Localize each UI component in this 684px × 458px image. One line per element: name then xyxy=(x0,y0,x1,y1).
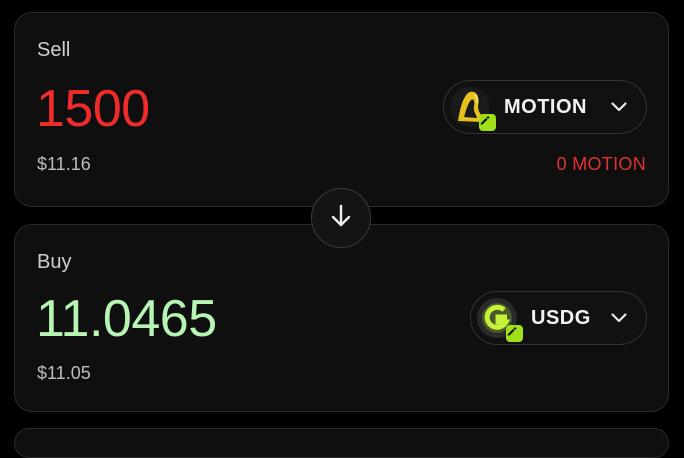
sell-panel: Sell 1500 $11.16 0 MOTION MOTION xyxy=(14,12,669,207)
buy-amount-value[interactable]: 11.0465 xyxy=(36,293,217,345)
sell-amount-input[interactable]: 1500 xyxy=(36,83,150,135)
buy-token-selector[interactable]: USDG xyxy=(470,291,647,345)
next-panel xyxy=(14,428,669,458)
chain-badge-icon xyxy=(479,114,496,131)
motion-token-icon xyxy=(450,87,496,131)
chain-badge-icon xyxy=(506,325,523,342)
chevron-down-icon xyxy=(610,309,628,327)
arrow-down-icon xyxy=(330,204,352,233)
sell-label: Sell xyxy=(37,39,71,61)
sell-token-selector[interactable]: MOTION xyxy=(443,80,647,134)
sell-usd-value: $11.16 xyxy=(37,154,91,174)
sell-token-balance: 0 MOTION xyxy=(556,154,646,174)
buy-label: Buy xyxy=(37,251,72,273)
sell-token-symbol: MOTION xyxy=(504,95,587,118)
buy-token-symbol: USDG xyxy=(531,306,591,329)
chevron-down-icon xyxy=(610,98,628,116)
usdg-token-icon xyxy=(477,298,523,342)
buy-panel: Buy 11.0465 $11.05 USDG xyxy=(14,224,669,412)
swap-direction-button[interactable] xyxy=(311,188,371,248)
buy-usd-value: $11.05 xyxy=(37,363,91,383)
